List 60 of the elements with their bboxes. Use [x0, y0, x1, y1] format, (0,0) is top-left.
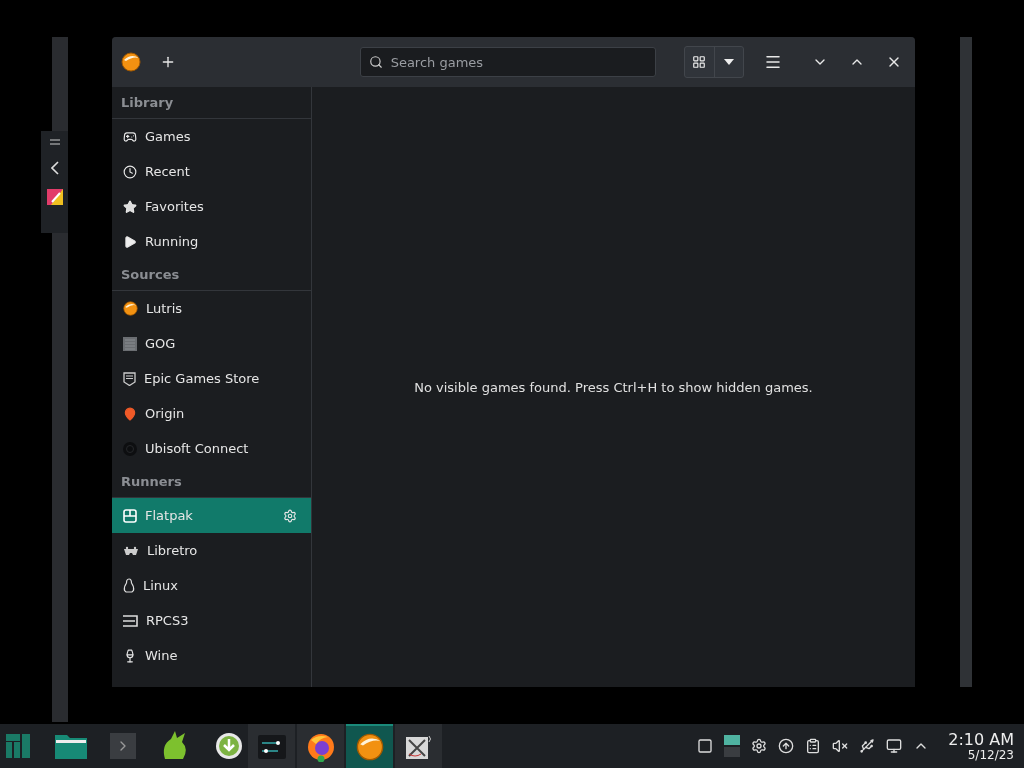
sidebar-item[interactable]: Games — [112, 119, 311, 154]
section-header: Sources — [112, 259, 311, 291]
usb-icon — [859, 738, 876, 754]
task-button[interactable] — [395, 724, 442, 768]
clipboard-icon — [805, 738, 822, 754]
clock-icon — [123, 164, 137, 179]
task-button[interactable] — [248, 724, 295, 768]
sidebar-item[interactable]: Running — [112, 224, 311, 259]
download-icon — [215, 732, 243, 760]
search-field[interactable]: Search games — [359, 47, 656, 77]
sidebar-item[interactable]: Epic Games Store — [112, 361, 311, 396]
grid-square-icon — [123, 336, 137, 351]
package-icon — [123, 508, 137, 523]
clock-date: 5/12/23 — [967, 748, 1014, 762]
settings-icon — [751, 738, 768, 754]
sidebar-item[interactable]: GOG — [112, 326, 311, 361]
section-header: Library — [112, 87, 311, 119]
window-icon — [697, 738, 714, 754]
claw-icon — [161, 731, 189, 761]
lutris-logo-icon — [123, 301, 138, 316]
clock-time: 2:10 AM — [948, 730, 1014, 749]
sidebar-item[interactable]: Lutris — [112, 291, 311, 326]
x-window-icon — [404, 734, 433, 760]
task-button[interactable] — [297, 724, 344, 768]
caret-icon — [723, 59, 734, 65]
gamepad-icon — [123, 129, 137, 144]
sidebar-item[interactable]: Origin — [112, 396, 311, 431]
wine-glass-icon — [123, 648, 137, 663]
sidebar-item[interactable]: Flatpak — [112, 498, 311, 533]
sliders-icon — [257, 735, 286, 759]
sidebar-item[interactable]: Libretro — [112, 533, 311, 568]
sliders-icon — [48, 137, 61, 147]
manjaro-logo-icon — [6, 734, 30, 758]
lutris-logo-icon — [355, 733, 384, 761]
controller-icon — [123, 545, 139, 556]
palette-icon — [46, 189, 63, 205]
sidebar-item[interactable]: Ubisoft Connect — [112, 431, 311, 466]
sidebar-item[interactable]: Recent — [112, 154, 311, 189]
search-icon — [368, 55, 383, 69]
lutris-logo-icon — [121, 52, 142, 72]
settings-icon[interactable] — [283, 508, 297, 523]
folder-icon — [55, 733, 87, 759]
muted-speaker-icon — [832, 738, 849, 754]
grid-icon — [692, 55, 707, 69]
browser-icon — [305, 732, 336, 762]
star-icon — [123, 199, 137, 214]
pin-icon — [123, 406, 137, 421]
empty-message: No visible games found. Press Ctrl+H to show hidden games. — [414, 379, 813, 395]
lines-icon — [123, 614, 138, 627]
pager-icon — [724, 735, 741, 757]
terminal-icon — [110, 733, 136, 759]
upload-icon — [778, 738, 795, 754]
sidebar-item[interactable]: Wine — [112, 638, 311, 673]
shield-icon — [123, 371, 136, 386]
sidebar-item[interactable]: Favorites — [112, 189, 311, 224]
task-button[interactable] — [346, 724, 393, 768]
sidebar-item[interactable]: Linux — [112, 568, 311, 603]
menu-icon — [764, 53, 783, 71]
play-icon — [123, 234, 137, 249]
sidebar-item[interactable]: RPCS3 — [112, 603, 311, 638]
